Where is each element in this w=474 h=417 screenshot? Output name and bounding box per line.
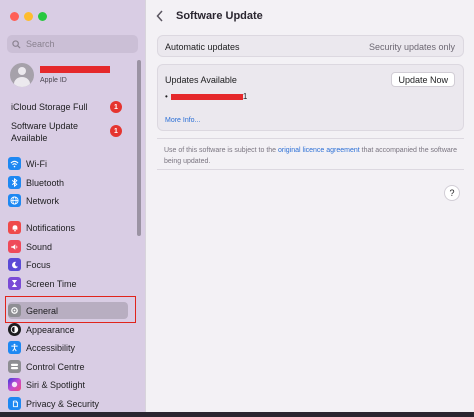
software-update-label-line1: Software Update	[11, 121, 79, 131]
automatic-updates-value: Security updates only	[368, 42, 455, 52]
update-item-suffix: 1	[242, 92, 248, 101]
sidebar-item-label: Siri & Spotlight	[26, 379, 86, 390]
sidebar-item-label: Sound	[26, 241, 53, 252]
bluetooth-icon	[8, 176, 21, 189]
wifi-icon	[8, 157, 21, 170]
main-pane: Software Update Automatic updates Securi…	[146, 0, 474, 417]
update-now-button[interactable]: Update Now	[391, 72, 455, 87]
software-update-alert[interactable]: Software Update Available	[11, 120, 78, 144]
dock-edge	[0, 412, 474, 417]
update-item-bullet: •	[165, 92, 168, 101]
appearance-icon	[8, 323, 21, 336]
help-button[interactable]: ?	[444, 185, 460, 201]
software-update-label-line2: Available	[11, 133, 48, 143]
updates-available-label: Updates Available	[165, 75, 237, 85]
window-controls	[10, 12, 47, 21]
more-info-link[interactable]: More Info...	[165, 117, 200, 124]
globe-icon	[8, 194, 21, 207]
accessibility-icon	[8, 341, 21, 354]
sidebar-item-siri-spotlight[interactable]: Siri & Spotlight	[8, 376, 128, 393]
control-centre-icon	[8, 360, 21, 373]
sidebar-item-label: Screen Time	[26, 278, 77, 289]
sidebar-item-focus[interactable]: Focus	[8, 256, 128, 273]
sidebar-item-label: Network	[26, 195, 60, 206]
sidebar-item-label: Appearance	[26, 324, 75, 335]
minimize-button[interactable]	[24, 12, 33, 21]
sidebar-item-screen-time[interactable]: Screen Time	[8, 275, 128, 292]
sidebar-item-appearance[interactable]: Appearance	[8, 321, 128, 338]
automatic-updates-label: Automatic updates	[165, 42, 240, 52]
toolbar: Software Update	[146, 0, 474, 33]
general-highlight-box	[5, 296, 136, 323]
moon-icon	[8, 258, 21, 271]
redacted-account-name	[40, 66, 110, 73]
sidebar-item-label: Notifications	[26, 222, 76, 233]
sidebar-item-network[interactable]: Network	[8, 192, 128, 209]
search-input[interactable]: Search	[7, 35, 138, 53]
sidebar-item-label: Wi-Fi	[26, 158, 47, 169]
search-placeholder: Search	[26, 39, 55, 49]
icloud-badge: 1	[110, 101, 122, 113]
close-button[interactable]	[10, 12, 19, 21]
legal-prefix: Use of this software is subject to the	[164, 147, 278, 154]
sidebar-item-label: Accessibility	[26, 342, 76, 353]
apple-id-account[interactable]: Apple ID	[10, 63, 110, 87]
licence-agreement-link[interactable]: original licence agreement	[278, 147, 360, 154]
back-button[interactable]	[156, 9, 164, 25]
sidebar: Search Apple ID iCloud Storage Full 1 So…	[0, 0, 145, 417]
licence-notice: Use of this software is subject to the o…	[157, 138, 464, 170]
sidebar-item-sound[interactable]: Sound	[8, 238, 128, 255]
sidebar-item-notifications[interactable]: Notifications	[8, 219, 128, 236]
avatar	[10, 63, 34, 87]
zoom-button[interactable]	[38, 12, 47, 21]
settings-window: Search Apple ID iCloud Storage Full 1 So…	[0, 0, 474, 417]
page-title: Software Update	[176, 10, 263, 22]
search-icon	[12, 39, 21, 49]
sidebar-item-label: Bluetooth	[26, 177, 65, 188]
redacted-update-name	[170, 93, 243, 100]
sidebar-item-privacy-security[interactable]: Privacy & Security	[8, 395, 128, 412]
sidebar-item-wifi[interactable]: Wi-Fi	[8, 155, 128, 172]
sidebar-item-label: Control Centre	[26, 361, 85, 372]
hourglass-icon	[8, 277, 21, 290]
icloud-storage-label: iCloud Storage Full	[11, 102, 88, 112]
siri-icon	[8, 378, 21, 391]
chevron-left-icon	[156, 10, 163, 22]
speaker-icon	[8, 240, 21, 253]
software-update-badge: 1	[110, 125, 122, 137]
sidebar-item-control-centre[interactable]: Control Centre	[8, 358, 128, 375]
update-item: • 1	[165, 92, 247, 101]
sidebar-item-bluetooth[interactable]: Bluetooth	[8, 174, 128, 191]
sidebar-scrollbar[interactable]	[137, 60, 141, 236]
automatic-updates-row[interactable]: Automatic updates Security updates only	[157, 35, 464, 57]
bell-icon	[8, 221, 21, 234]
updates-available-card: Updates Available Update Now • 1 More In…	[157, 64, 464, 131]
hand-icon	[8, 397, 21, 410]
sidebar-item-accessibility[interactable]: Accessibility	[8, 339, 128, 356]
icloud-storage-alert[interactable]: iCloud Storage Full	[11, 101, 88, 113]
account-subtitle: Apple ID	[40, 77, 67, 84]
sidebar-item-label: Focus	[26, 259, 51, 270]
sidebar-item-label: Privacy & Security	[26, 398, 100, 409]
